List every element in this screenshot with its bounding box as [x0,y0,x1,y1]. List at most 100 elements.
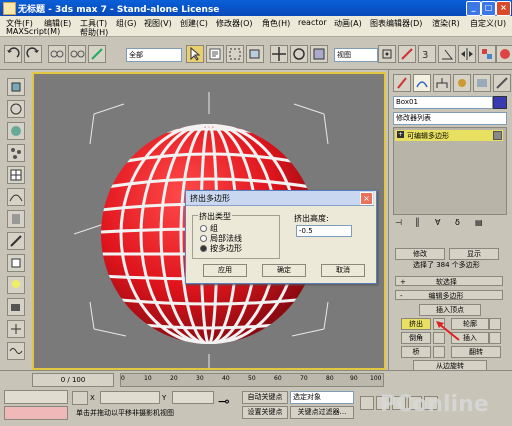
align-icon[interactable] [478,45,496,63]
helpers-icon[interactable] [7,320,25,338]
objects-icon[interactable] [7,78,25,96]
outline-settings-button[interactable] [489,318,501,330]
menu-animation[interactable]: 动画(A) [334,18,362,29]
show-end-result-icon[interactable]: ║ [415,218,420,227]
menu-group[interactable]: 组(G) [116,18,136,29]
menu-customize[interactable]: 自定义(U) [470,18,506,29]
bridge-settings-button[interactable] [433,346,445,358]
key-icon[interactable]: ⊸ [218,394,230,410]
stack-item-label: 可编辑多边形 [407,132,449,140]
mirror-icon[interactable] [458,45,476,63]
edit-polygons-rollout[interactable]: - 编辑多边形 [395,290,503,300]
time-slider[interactable]: 0 / 100 [32,373,114,387]
key-filters-button[interactable]: 关键点过滤器... [290,406,354,419]
inset-settings-button[interactable] [489,332,501,344]
unlink-icon[interactable] [68,45,86,63]
dialog-close-button[interactable]: × [360,192,373,205]
window-crossing-icon[interactable] [246,45,264,63]
stack-toggle-icon[interactable] [493,131,502,140]
rotate-icon[interactable] [290,45,308,63]
insert-vertex-button[interactable]: 插入顶点 [419,304,481,316]
apply-button[interactable]: 应用 [203,264,247,277]
shapes-icon[interactable] [7,100,25,118]
menu-view[interactable]: 视图(V) [144,18,172,29]
move-icon[interactable] [270,45,288,63]
radio-group[interactable] [200,225,207,232]
select-by-name-icon[interactable] [206,45,224,63]
display-tab-button[interactable]: 显示 [449,248,499,260]
compounds-icon[interactable] [7,122,25,140]
bevel-button[interactable]: 倒角 [401,332,431,344]
maximize-button[interactable]: □ [481,1,496,16]
menu-reactor[interactable]: reactor [298,18,327,27]
extrusion-height-input[interactable]: -0.5 [296,225,352,237]
reference-coord-dropdown[interactable]: 视图 [334,48,378,62]
minimize-button[interactable]: _ [466,1,481,16]
flip-button[interactable]: 翻转 [451,346,501,358]
radio-by-polygon[interactable] [200,245,207,252]
close-button[interactable]: × [496,1,511,16]
hierarchy-tab-icon[interactable] [433,74,451,92]
auto-key-button[interactable]: 自动关键点 [242,391,288,404]
modifier-list-dropdown[interactable]: 修改器列表 [393,112,507,125]
radio-local-normal[interactable] [200,235,207,242]
utilities-tab-icon[interactable] [493,74,511,92]
selection-filter-dropdown[interactable]: 全部 [126,48,182,62]
menu-maxscript[interactable]: MAXScript(M) [6,27,60,36]
menu-rendering[interactable]: 渲染(R) [432,18,460,29]
key-mode-dropdown[interactable]: 选定对象 [290,391,354,404]
bind-icon[interactable] [88,45,106,63]
modify-tab-button[interactable]: 修改 [395,248,445,260]
x-coordinate-field[interactable] [100,391,160,404]
main-toolbar: 全部 视图 3 [0,37,512,70]
dynamics-icon[interactable] [7,210,25,228]
undo-icon[interactable] [4,45,22,63]
expand-icon[interactable]: + [397,131,404,138]
remove-modifier-icon[interactable]: δ [455,218,460,227]
particles-icon[interactable] [7,144,25,162]
object-name-field[interactable]: Box01 [393,96,493,109]
region-select-icon[interactable] [226,45,244,63]
redo-icon[interactable] [24,45,42,63]
maxscript-listener[interactable] [4,390,68,404]
extrude-button[interactable]: 挤出 [401,318,431,330]
modify-tab-icon[interactable] [413,74,431,92]
motion-tab-icon[interactable] [453,74,471,92]
space-warps-icon[interactable] [7,342,25,360]
lock-selection-icon[interactable] [72,391,88,405]
maxscript-output[interactable] [4,406,68,420]
pin-stack-icon[interactable]: ⊣ [395,218,402,227]
manipulate-icon[interactable] [398,45,416,63]
cameras-icon[interactable] [7,298,25,316]
configure-sets-icon[interactable]: ▤ [475,218,483,227]
stack-item-editable-poly[interactable]: + 可编辑多边形 [395,130,503,141]
go-to-start-icon[interactable] [360,396,374,410]
patch-grids-icon[interactable] [7,166,25,184]
angle-snap-icon[interactable] [438,45,456,63]
select-object-icon[interactable] [186,45,204,63]
y-coordinate-field[interactable] [172,391,214,404]
make-unique-icon[interactable]: ∀ [435,218,440,227]
doors-icon[interactable] [7,232,25,250]
soft-selection-rollout[interactable]: + 软选择 [395,276,503,286]
extrusion-type-label: 挤出类型 [198,211,232,222]
link-icon[interactable] [48,45,66,63]
menu-graph-editors[interactable]: 图表编辑器(D) [370,18,422,29]
ok-button[interactable]: 确定 [262,264,306,277]
nurbs-icon[interactable] [7,188,25,206]
display-tab-icon[interactable] [473,74,491,92]
set-key-button[interactable]: 设置关键点 [242,406,288,419]
pivot-icon[interactable] [378,45,396,63]
bridge-button[interactable]: 桥 [401,346,431,358]
lights-icon[interactable] [7,276,25,294]
menu-character[interactable]: 角色(H) [262,18,290,29]
object-color-swatch[interactable] [493,96,507,109]
cancel-button[interactable]: 取消 [321,264,365,277]
create-tab-icon[interactable] [393,74,411,92]
material-editor-icon[interactable] [496,45,512,63]
scale-icon[interactable] [310,45,328,63]
menu-create[interactable]: 创建(C) [180,18,208,29]
snap-icon[interactable]: 3 [418,45,436,63]
windows-icon[interactable] [7,254,25,272]
menu-modifiers[interactable]: 修改器(O) [216,18,253,29]
